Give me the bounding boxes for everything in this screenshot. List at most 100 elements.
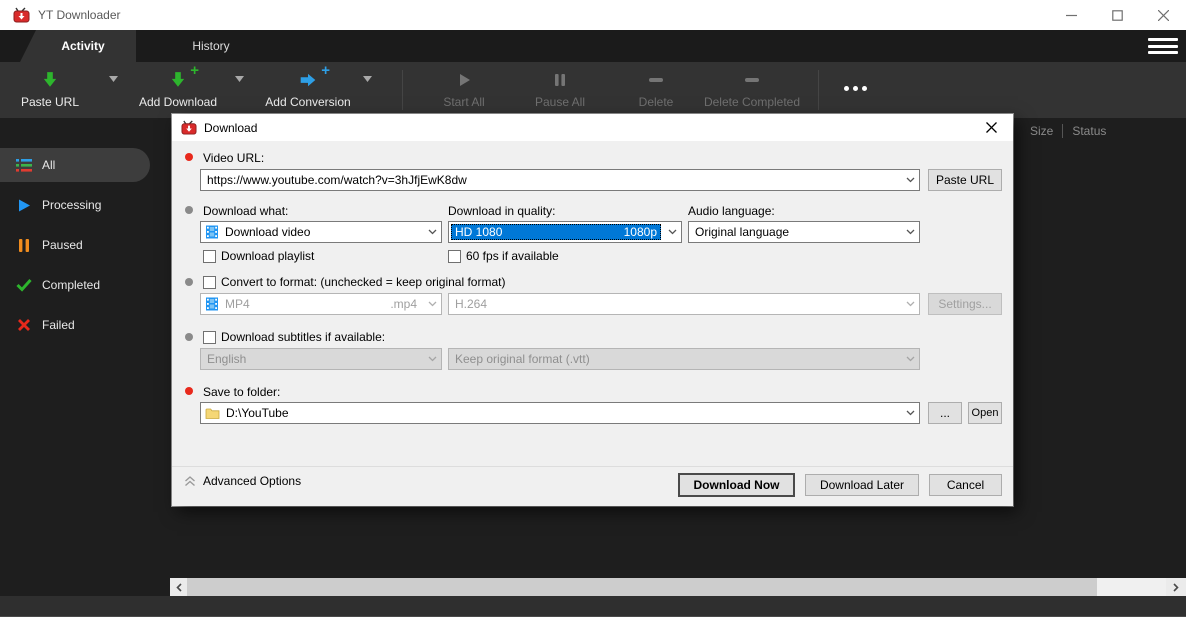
close-window-button[interactable]	[1140, 0, 1186, 30]
dialog-divider	[172, 466, 1013, 467]
sidebar-item-label: Processing	[42, 198, 101, 212]
save-folder-select[interactable]: D:\YouTube	[200, 402, 920, 424]
menu-icon[interactable]	[1148, 36, 1178, 56]
all-list-icon	[15, 158, 33, 173]
chevron-down-icon[interactable]	[423, 222, 441, 242]
sidebar-item-paused[interactable]: Paused	[0, 228, 150, 262]
chevron-down-icon[interactable]	[901, 222, 919, 242]
download-later-button[interactable]: Download Later	[805, 474, 919, 496]
add-conversion-icon: +	[298, 66, 318, 94]
dialog-title: Download	[204, 121, 257, 135]
sidebar-item-completed[interactable]: Completed	[0, 268, 150, 302]
download-what-select[interactable]: Download video	[200, 221, 442, 243]
video-film-icon	[205, 225, 219, 239]
horizontal-scrollbar[interactable]	[170, 578, 1186, 597]
toolbar-separator	[402, 70, 403, 110]
save-folder-label: Save to folder:	[203, 385, 280, 399]
download-what-label: Download what:	[203, 204, 288, 218]
fps-60-checkbox[interactable]: 60 fps if available	[448, 249, 559, 263]
cancel-button[interactable]: Cancel	[929, 474, 1002, 496]
quality-value: HD 1080	[455, 225, 502, 239]
add-conversion-button[interactable]: + Add Conversion	[258, 66, 358, 114]
quality-select[interactable]: HD 1080 1080p	[448, 221, 682, 243]
app-window: YT Downloader Activity History	[0, 0, 1186, 617]
pause-icon	[553, 66, 567, 94]
advanced-options-toggle[interactable]: Advanced Options	[184, 474, 301, 488]
chevron-down-icon[interactable]	[901, 170, 919, 190]
add-download-dropdown-icon[interactable]	[229, 72, 249, 86]
app-title: YT Downloader	[38, 8, 121, 22]
video-url-label: Video URL:	[203, 151, 264, 165]
tab-activity[interactable]: Activity	[20, 30, 136, 62]
add-conversion-dropdown-icon[interactable]	[357, 72, 377, 86]
video-film-icon	[205, 297, 219, 311]
optional-indicator	[185, 278, 193, 286]
sidebar-item-label: All	[42, 158, 55, 172]
quality-suffix: 1080p	[624, 225, 657, 239]
dialog-close-icon[interactable]	[975, 114, 1007, 141]
subtitles-checkbox[interactable]: Download subtitles if available:	[203, 330, 385, 344]
quality-label: Download in quality:	[448, 204, 555, 218]
delete-completed-dash-icon	[742, 66, 762, 94]
chevron-down-icon	[901, 294, 919, 314]
codec-select: H.264	[448, 293, 920, 315]
download-arrow-icon	[41, 66, 59, 94]
video-url-input[interactable]: https://www.youtube.com/watch?v=3hJfjEwK…	[200, 169, 920, 191]
delete-dash-icon	[646, 66, 666, 94]
more-options-icon[interactable]	[844, 86, 867, 91]
add-download-icon: +	[169, 66, 187, 94]
status-strip	[0, 596, 1186, 617]
failed-x-icon	[15, 318, 33, 332]
sidebar-item-processing[interactable]: Processing	[0, 188, 150, 222]
scroll-right-icon[interactable]	[1166, 578, 1186, 597]
tab-history-label: History	[192, 39, 229, 53]
double-chevron-up-icon	[184, 476, 196, 487]
chevron-down-icon[interactable]	[663, 222, 681, 242]
minimize-button[interactable]	[1048, 0, 1094, 30]
sidebar-item-label: Paused	[42, 238, 83, 252]
pause-all-button: Pause All	[510, 66, 610, 114]
maximize-button[interactable]	[1094, 0, 1140, 30]
scroll-left-icon[interactable]	[170, 578, 187, 597]
dialog-title-bar: Download	[172, 114, 1013, 141]
convert-format-checkbox[interactable]: Convert to format: (unchecked = keep ori…	[203, 275, 505, 289]
paste-url-dialog-button[interactable]: Paste URL	[928, 169, 1002, 191]
scrollbar-thumb[interactable]	[187, 578, 1097, 597]
completed-check-icon	[15, 278, 33, 292]
open-folder-button[interactable]: Open	[968, 402, 1002, 424]
audio-language-label: Audio language:	[688, 204, 775, 218]
add-download-button[interactable]: + Add Download	[130, 66, 226, 114]
start-all-button: Start All	[414, 66, 514, 114]
download-playlist-checkbox[interactable]: Download playlist	[203, 249, 314, 263]
browse-folder-button[interactable]: ...	[928, 402, 962, 424]
sidebar-item-all[interactable]: All	[0, 148, 150, 182]
sidebar-item-failed[interactable]: Failed	[0, 308, 150, 342]
window-controls	[1048, 0, 1186, 30]
sidebar-item-label: Completed	[42, 278, 100, 292]
column-status[interactable]: Status	[1072, 124, 1106, 138]
delete-button: Delete	[610, 66, 702, 114]
download-dialog: Download Video URL: https://www.youtube.…	[172, 114, 1013, 506]
tab-bar: Activity History	[0, 30, 1186, 62]
optional-indicator	[185, 206, 193, 214]
chevron-down-icon[interactable]	[901, 403, 919, 423]
download-now-button[interactable]: Download Now	[678, 473, 795, 497]
subtitle-format-select: Keep original format (.vtt)	[448, 348, 920, 370]
toolbar: Paste URL + Add Download + Add Conversio…	[0, 62, 1186, 118]
required-indicator	[185, 153, 193, 161]
subtitle-language-select: English	[200, 348, 442, 370]
paste-url-button[interactable]: Paste URL	[8, 66, 92, 114]
processing-play-icon	[15, 198, 33, 213]
audio-language-select[interactable]: Original language	[688, 221, 920, 243]
title-bar: YT Downloader	[0, 0, 1186, 30]
toolbar-separator	[818, 70, 819, 110]
dialog-app-icon	[181, 120, 197, 135]
tab-activity-label: Activity	[61, 39, 104, 53]
optional-indicator	[185, 333, 193, 341]
list-column-headers: Size Status	[1030, 124, 1106, 138]
paste-url-dropdown-icon[interactable]	[103, 72, 123, 86]
paused-icon	[15, 238, 33, 253]
chevron-down-icon	[423, 349, 441, 369]
tab-history[interactable]: History	[136, 30, 286, 62]
column-size[interactable]: Size	[1030, 124, 1053, 138]
